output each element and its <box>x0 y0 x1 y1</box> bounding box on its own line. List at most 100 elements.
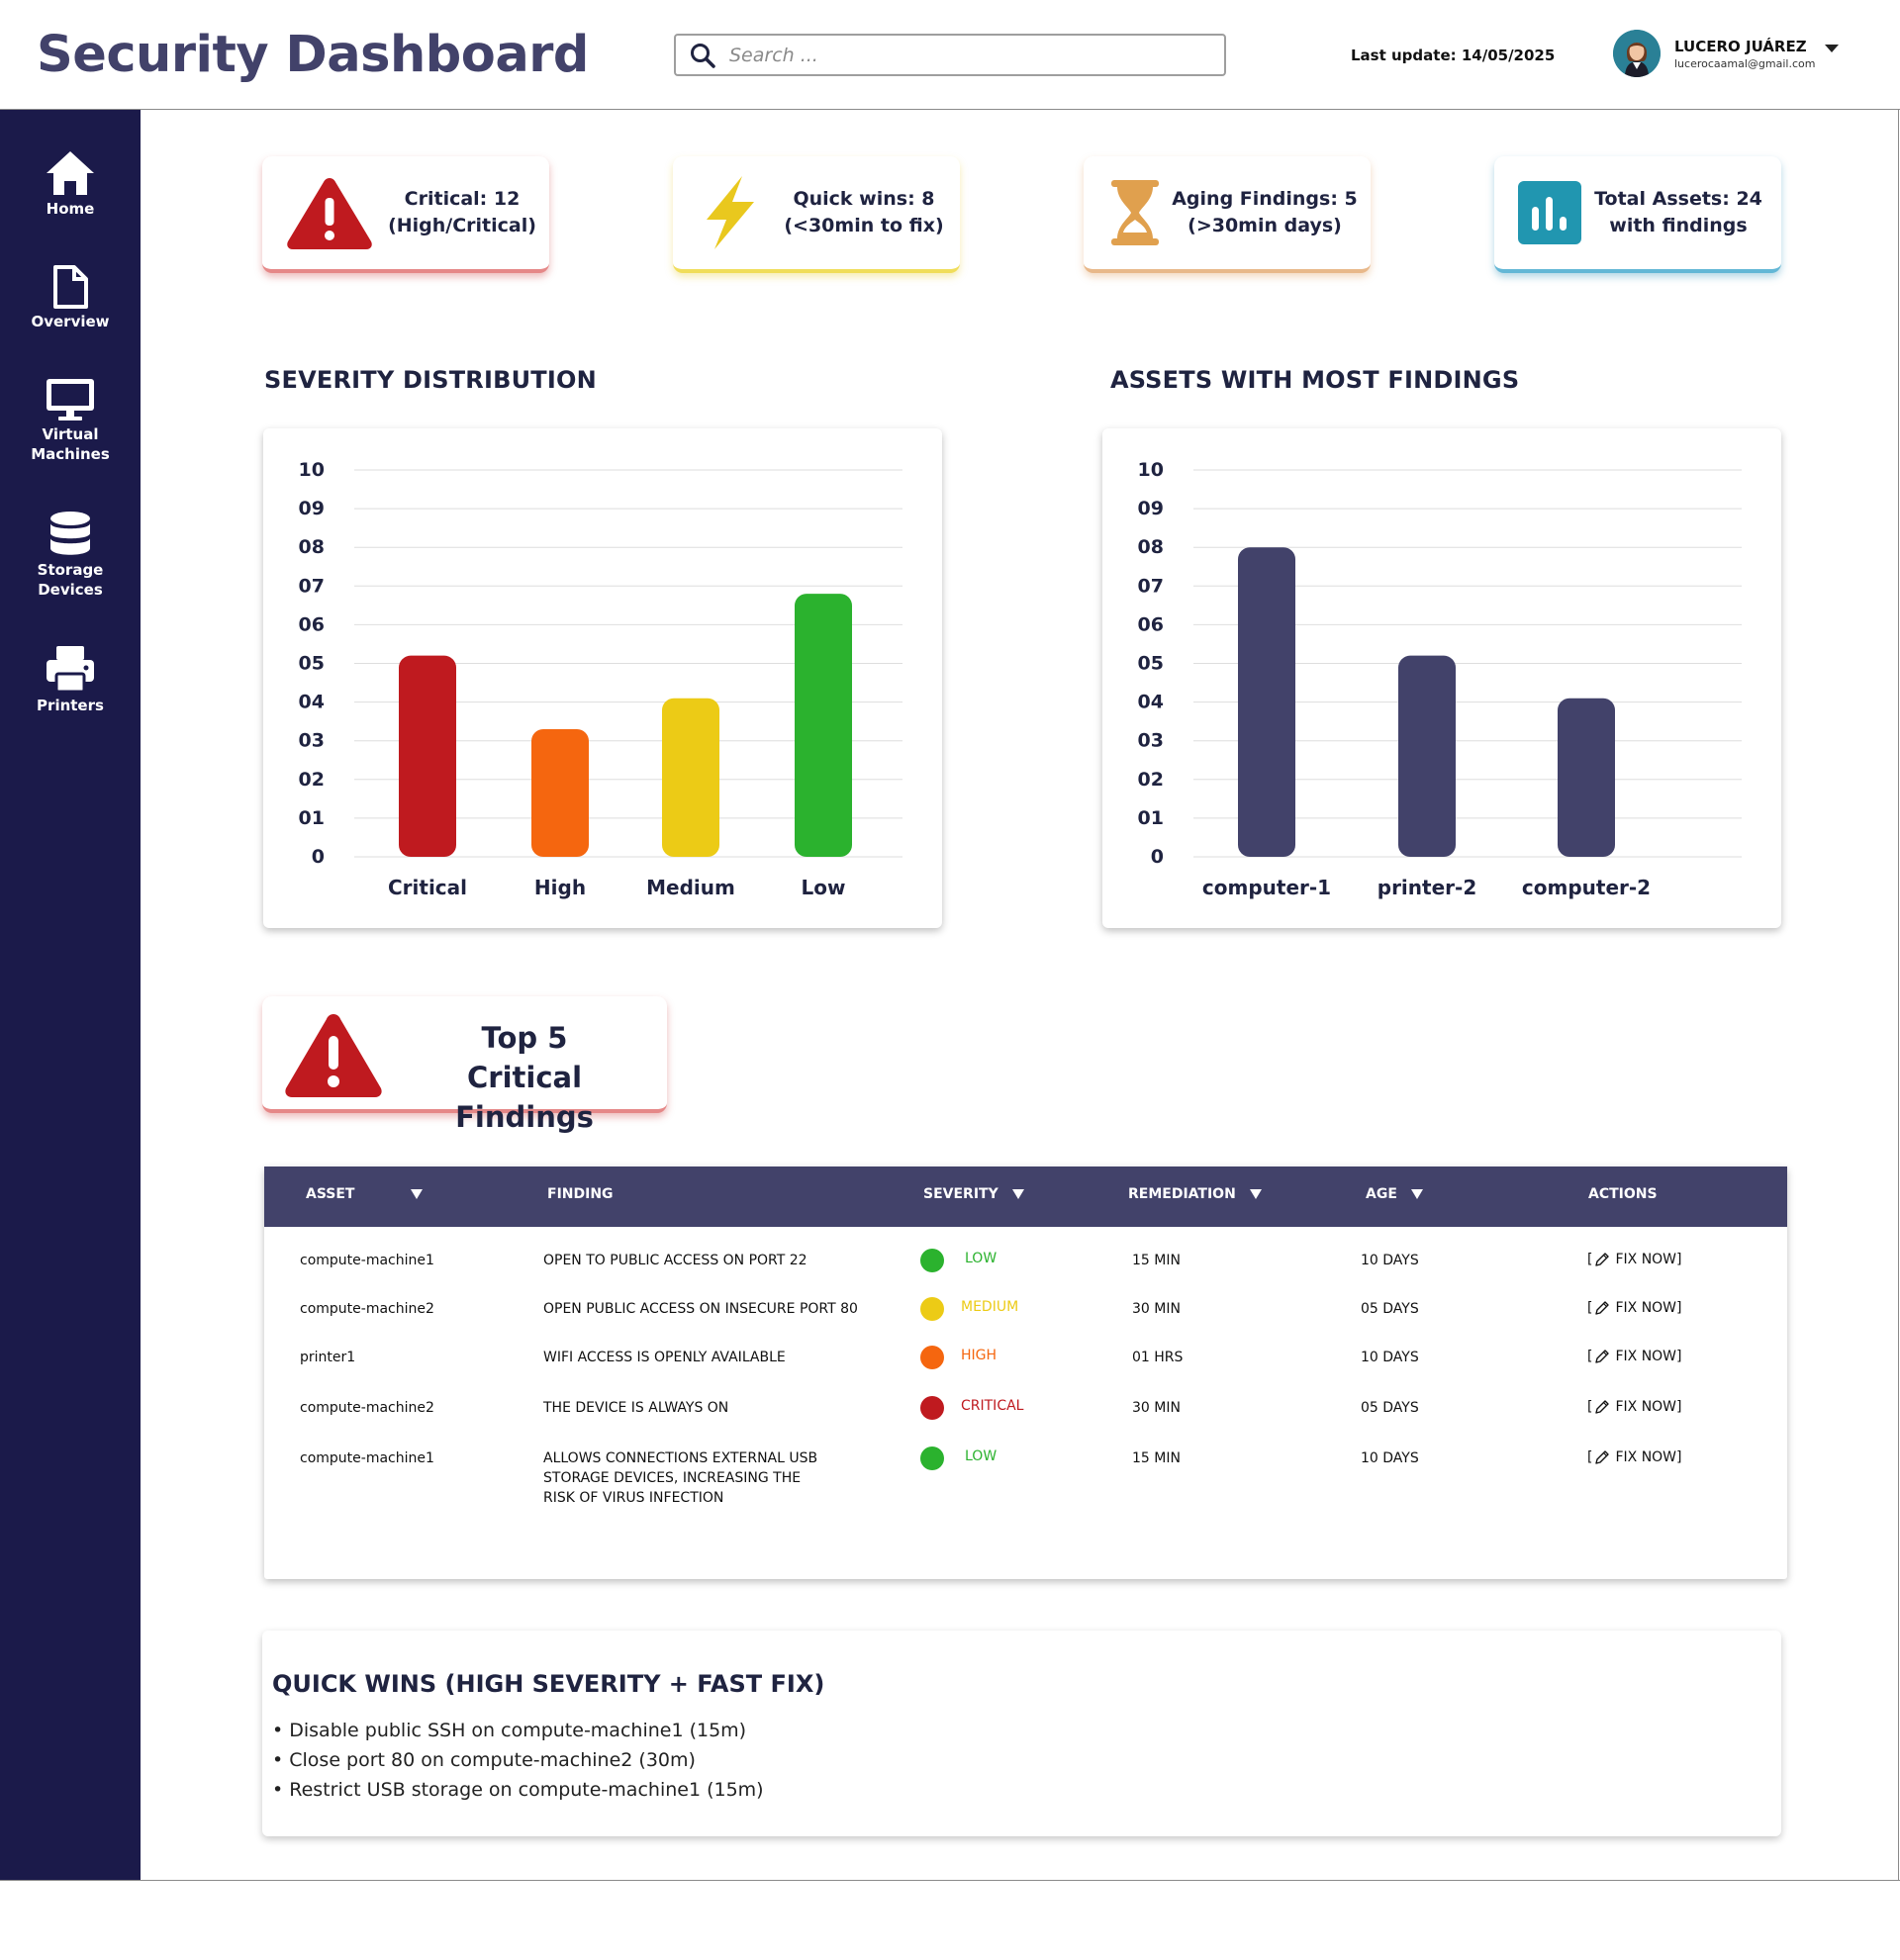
hourglass-icon <box>1111 180 1159 245</box>
severity-dot <box>920 1346 944 1369</box>
y-tick-label: 10 <box>299 459 325 481</box>
y-tick-label: 01 <box>1138 807 1164 829</box>
quick-wins-list: • Disable public SSH on compute-machine1… <box>272 1716 764 1805</box>
sort-caret-icon[interactable] <box>1410 1189 1423 1199</box>
sidebar-item-overview[interactable]: Overview <box>0 264 141 331</box>
kpi-card-aging-findings[interactable]: Aging Findings: 5 (>30min days) <box>1084 156 1371 273</box>
fix-now-button[interactable]: [FIX NOW] <box>1587 1299 1682 1317</box>
kpi-value: Aging Findings: 5 <box>1172 188 1358 210</box>
kpi-card-critical[interactable]: Critical: 12 (High/Critical) <box>262 156 549 273</box>
y-tick-label: 01 <box>299 807 325 829</box>
sort-caret-icon[interactable] <box>1011 1189 1024 1199</box>
search-icon <box>690 43 715 68</box>
sidebar-item-label: Home <box>46 200 95 218</box>
cell-age: 10 DAYS <box>1361 1350 1419 1365</box>
cell-asset: compute-machine2 <box>300 1301 434 1317</box>
fix-now-button[interactable]: [FIX NOW] <box>1587 1448 1682 1466</box>
column-header-age[interactable]: AGE <box>1366 1186 1423 1202</box>
fix-now-label: FIX NOW] <box>1615 1252 1682 1267</box>
cell-remediation: 01 HRS <box>1132 1350 1184 1365</box>
sidebar: Home Overview Virtual Machines Storage D… <box>0 110 141 1881</box>
kpi-value: Total Assets: 24 <box>1594 188 1762 210</box>
chart-bar-low <box>795 594 852 857</box>
cell-age: 05 DAYS <box>1361 1400 1419 1416</box>
chevron-down-icon[interactable] <box>1825 45 1840 52</box>
finding-line: ALLOWS CONNECTIONS EXTERNAL USB <box>543 1450 818 1466</box>
cell-remediation: 30 MIN <box>1132 1301 1181 1317</box>
kpi-caption: (>30min days) <box>1188 215 1342 236</box>
cell-remediation: 15 MIN <box>1132 1450 1181 1466</box>
kpi-caption: (High/Critical) <box>388 215 536 236</box>
y-tick-label: 05 <box>299 653 325 675</box>
kpi-value: Quick wins: 8 <box>793 188 935 210</box>
fix-now-label: FIX NOW] <box>1615 1399 1682 1415</box>
sidebar-item-label: Storage <box>37 561 104 579</box>
column-header-asset[interactable]: ASSET <box>306 1186 423 1202</box>
finding-line: OPEN PUBLIC ACCESS ON INSECURE PORT 80 <box>543 1301 858 1317</box>
severity-distribution-title: SEVERITY DISTRIBUTION <box>264 366 597 394</box>
user-menu[interactable]: LUCERO JUÁREZ lucerocaamal@gmail.com <box>1613 30 1840 77</box>
search-box[interactable] <box>674 34 1226 76</box>
severity-dot <box>920 1297 944 1321</box>
fix-now-button[interactable]: [FIX NOW] <box>1587 1348 1682 1365</box>
severity-label: MEDIUM <box>961 1299 1019 1315</box>
column-header-severity[interactable]: SEVERITY <box>923 1186 1024 1202</box>
avatar[interactable] <box>1613 30 1661 77</box>
severity-label: HIGH <box>961 1348 998 1363</box>
edit-icon <box>1595 1400 1610 1414</box>
sidebar-item-printers[interactable]: Printers <box>0 644 141 715</box>
top5-title-line1: Top 5 <box>481 1021 568 1055</box>
quick-wins-card: QUICK WINS (HIGH SEVERITY + FAST FIX) • … <box>262 1631 1781 1836</box>
fix-now-label: FIX NOW] <box>1615 1449 1682 1465</box>
list-item: • Disable public SSH on compute-machine1… <box>272 1720 747 1741</box>
cell-age: 10 DAYS <box>1361 1450 1419 1466</box>
sidebar-item-virtual-machines[interactable]: Virtual Machines <box>0 377 141 464</box>
kpi-card-quick-wins[interactable]: Quick wins: 8 (<30min to fix) <box>673 156 960 273</box>
column-header-remediation[interactable]: REMEDIATION <box>1128 1186 1262 1202</box>
bar-chart-icon <box>1518 181 1581 244</box>
sort-caret-icon[interactable] <box>1249 1189 1262 1199</box>
cell-asset: printer1 <box>300 1350 356 1365</box>
top-header: Security Dashboard Last update: 14/05/20… <box>0 0 1900 110</box>
severity-dot <box>920 1396 944 1420</box>
severity-label: LOW <box>965 1251 998 1266</box>
chart-bar-medium <box>662 698 719 857</box>
fix-now-label: FIX NOW] <box>1615 1300 1682 1316</box>
search-input[interactable] <box>729 44 1204 66</box>
y-tick-label: 10 <box>1138 459 1164 481</box>
sort-caret-icon[interactable] <box>410 1189 423 1199</box>
edit-icon <box>1595 1253 1610 1266</box>
user-name: LUCERO JUÁREZ <box>1674 37 1807 55</box>
kpi-value: Critical: 12 <box>404 188 521 210</box>
fix-now-button[interactable]: [FIX NOW] <box>1587 1251 1682 1268</box>
severity-bar-chart: 0 01 02 03 04 05 06 07 08 09 10 Critical High Medium L… <box>299 459 902 899</box>
y-tick-label: 05 <box>1138 653 1164 675</box>
cell-asset: compute-machine1 <box>300 1450 434 1466</box>
chart-bar-computer-2 <box>1558 698 1615 857</box>
severity-dot <box>920 1249 944 1272</box>
user-email: lucerocaamal@gmail.com <box>1674 56 1816 70</box>
findings-table: ASSET FINDING SEVERITY REMEDIATION AGE A… <box>264 1167 1787 1579</box>
list-item: • Close port 80 on compute-machine2 (30m… <box>272 1749 696 1771</box>
list-item: • Restrict USB storage on compute-machin… <box>272 1779 764 1801</box>
divider <box>0 1880 1900 1881</box>
y-tick-label: 02 <box>1138 769 1164 791</box>
kpi-card-total-assets[interactable]: Total Assets: 24 with findings <box>1494 156 1781 273</box>
x-tick-label: computer-1 <box>1202 876 1331 899</box>
y-tick-label: 09 <box>1138 498 1164 519</box>
document-icon <box>53 265 88 309</box>
fix-now-button[interactable]: [FIX NOW] <box>1587 1398 1682 1416</box>
sidebar-item-home[interactable]: Home <box>0 149 141 219</box>
monitor-icon <box>47 379 94 420</box>
y-tick-label: 02 <box>299 769 325 791</box>
cell-asset: compute-machine2 <box>300 1400 434 1416</box>
y-tick-label: 04 <box>299 692 325 713</box>
column-header-finding: FINDING <box>547 1186 614 1202</box>
quick-wins-title: QUICK WINS (HIGH SEVERITY + FAST FIX) <box>272 1670 825 1698</box>
sidebar-item-label: Virtual <box>42 425 99 443</box>
sidebar-item-storage-devices[interactable]: Storage Devices <box>0 511 141 600</box>
severity-label: CRITICAL <box>961 1398 1024 1414</box>
warning-icon <box>285 1014 382 1097</box>
x-tick-label: Medium <box>646 876 735 899</box>
y-tick-label: 03 <box>1138 730 1164 752</box>
